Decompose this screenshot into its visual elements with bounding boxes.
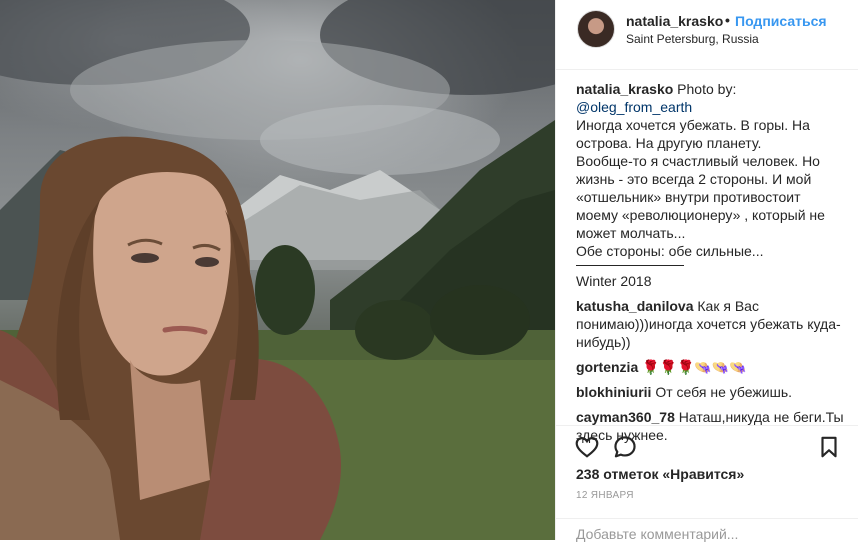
comment-username[interactable]: blokhiniurii [576, 384, 651, 400]
post-photo[interactable] [0, 0, 555, 540]
heart-icon[interactable] [574, 434, 600, 460]
comment-item: gortenzia 🌹🌹🌹👒👒👒 [576, 358, 846, 376]
post-actions: 238 отметок «Нравится» 12 ЯНВАРЯ [556, 425, 858, 525]
follow-button[interactable]: Подписаться [735, 13, 827, 29]
post-date[interactable]: 12 ЯНВАРЯ [576, 490, 634, 501]
likes-count[interactable]: 238 отметок «Нравится» [576, 466, 744, 482]
add-comment-bar [556, 518, 858, 542]
comment-username[interactable]: gortenzia [576, 359, 638, 375]
caption-footer: Winter 2018 [576, 273, 652, 289]
comment-username[interactable]: katusha_danilova [576, 298, 694, 314]
comment-item: katusha_danilova Как я Вас понимаю)))ино… [576, 297, 846, 351]
caption-author[interactable]: natalia_krasko [576, 81, 673, 97]
caption-intro: Photo by: [673, 81, 737, 97]
bookmark-icon[interactable] [816, 434, 842, 460]
comment-text: От себя не убежишь. [651, 384, 792, 400]
comments-list: natalia_krasko Photo by: @oleg_from_eart… [576, 80, 846, 444]
caption-divider [576, 265, 684, 266]
location-link[interactable]: Saint Petersburg, Russia [626, 32, 759, 46]
comment-item: blokhiniurii От себя не убежишь. [576, 383, 846, 401]
author-username[interactable]: natalia_krasko [626, 13, 723, 29]
comment-bubble-icon[interactable] [612, 434, 638, 460]
post-header: natalia_krasko • Подписаться Saint Peter… [556, 0, 858, 70]
caption: natalia_krasko Photo by: @oleg_from_eart… [576, 80, 846, 290]
photo-scene [0, 0, 555, 540]
header-separator: • [725, 12, 730, 28]
comment-text: 🌹🌹🌹👒👒👒 [638, 359, 747, 375]
post-sidebar: natalia_krasko • Подписаться Saint Peter… [555, 0, 858, 542]
instagram-post: natalia_krasko • Подписаться Saint Peter… [0, 0, 858, 542]
caption-line: Вообще-то я счастливый человек. Но жизнь… [576, 153, 825, 241]
avatar[interactable] [577, 10, 615, 48]
caption-line: Обе стороны: обе сильные... [576, 243, 764, 259]
comment-username[interactable]: cayman360_78 [576, 409, 675, 425]
caption-line: Иногда хочется убежать. В горы. На остро… [576, 117, 810, 151]
photographer-mention[interactable]: @oleg_from_earth [576, 98, 846, 116]
